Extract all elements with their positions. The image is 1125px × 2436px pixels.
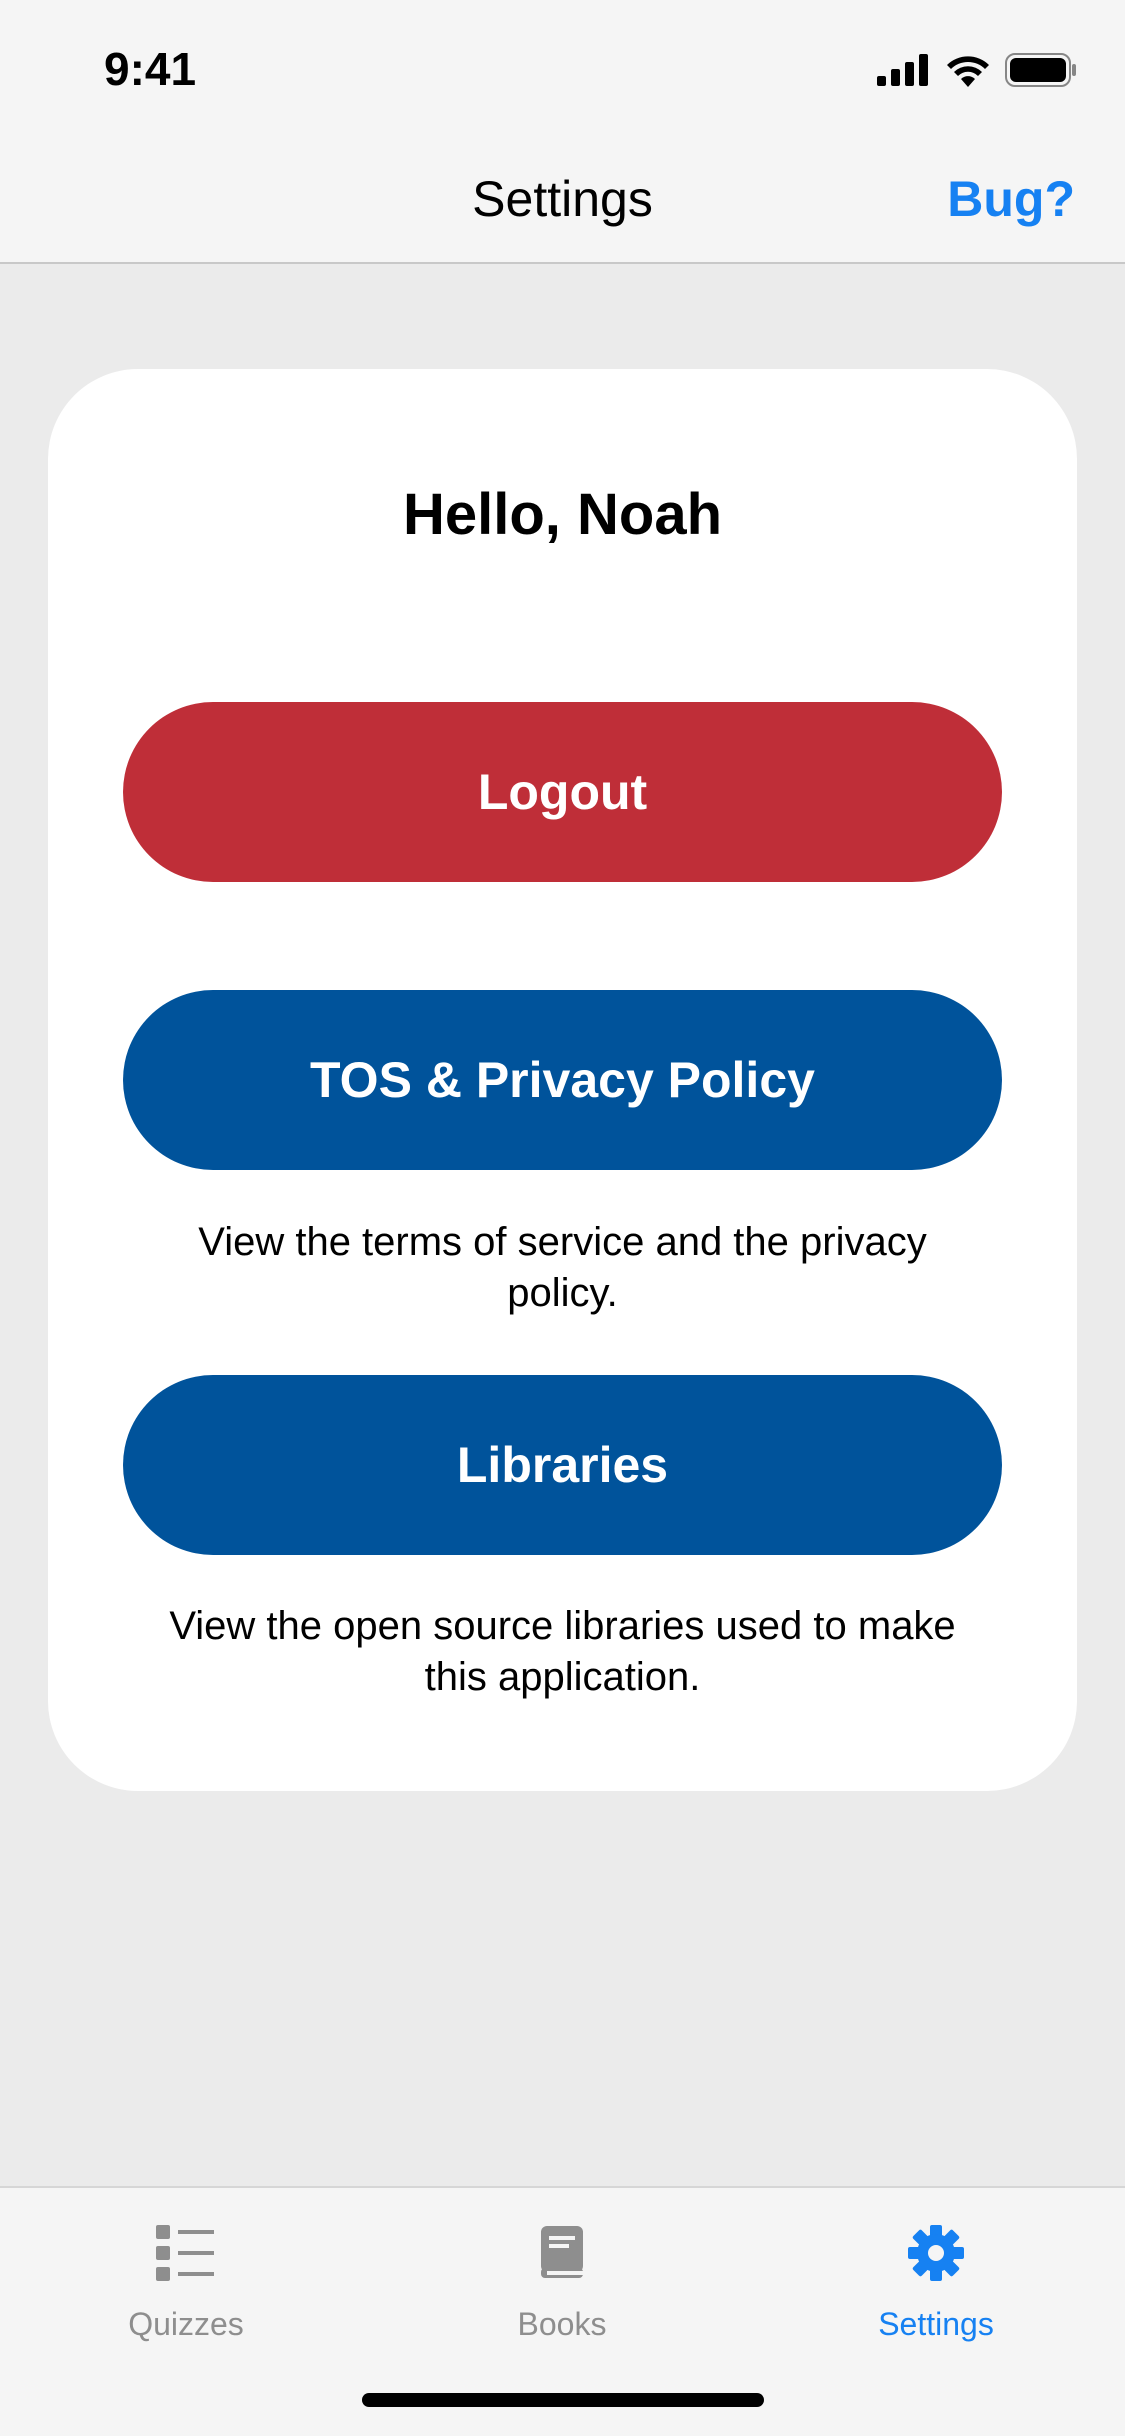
tab-quizzes[interactable]: Quizzes <box>36 2218 336 2343</box>
settings-card: Hello, Noah Logout TOS & Privacy Policy … <box>48 369 1077 1791</box>
tab-label-quizzes: Quizzes <box>128 2306 244 2342</box>
tab-label-books: Books <box>517 2306 607 2342</box>
tos-privacy-button[interactable]: TOS & Privacy Policy <box>123 990 1002 1170</box>
greeting: Hello, Noah <box>402 482 723 547</box>
status-bar: 9:41 <box>0 0 1125 132</box>
home-indicator <box>362 2393 764 2407</box>
status-icons <box>877 50 1077 90</box>
tab-settings[interactable]: Settings <box>786 2218 1086 2343</box>
wifi-icon <box>947 56 989 87</box>
cellular-signal-icon <box>877 54 928 86</box>
logout-button[interactable]: Logout <box>123 702 1002 882</box>
checklist-icon <box>36 2218 336 2288</box>
battery-icon <box>1005 53 1076 87</box>
libraries-button[interactable]: Libraries <box>123 1375 1002 1555</box>
tab-label-settings: Settings <box>878 2306 994 2342</box>
tab-books[interactable]: Books <box>412 2218 712 2343</box>
bug-report-button[interactable]: Bug? <box>947 170 1075 228</box>
libraries-description: View the open source libraries used to m… <box>169 1604 956 1699</box>
status-time: 9:41 <box>104 43 197 95</box>
book-icon <box>412 2218 712 2288</box>
gear-icon <box>786 2218 1086 2288</box>
tos-description: View the terms of service and the privac… <box>198 1220 927 1315</box>
navigation-bar: Settings Bug? <box>0 132 1125 264</box>
